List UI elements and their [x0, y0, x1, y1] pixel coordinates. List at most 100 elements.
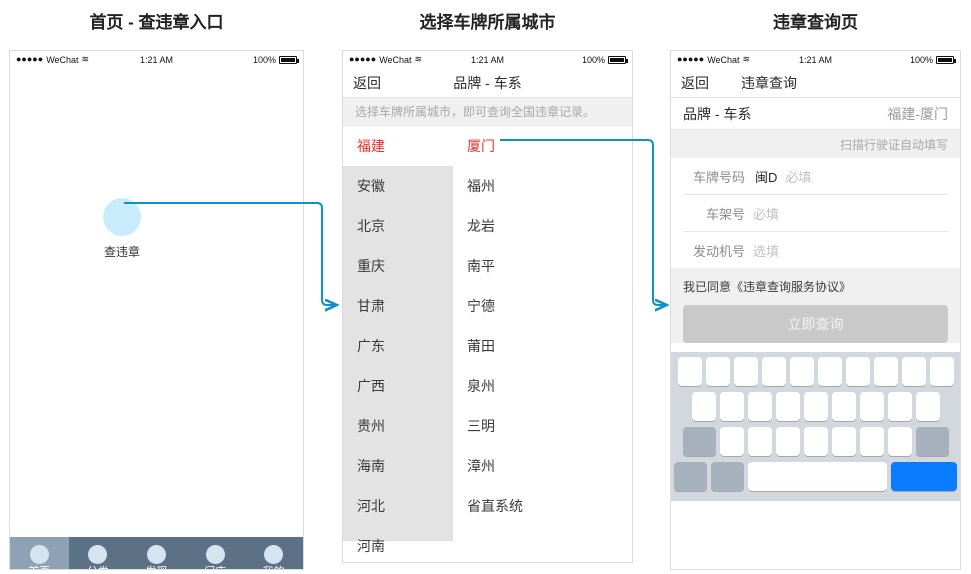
key[interactable] [803, 427, 828, 456]
tab-category[interactable]: 分类 [69, 537, 128, 570]
profile-icon [264, 545, 284, 564]
page-title: 品牌 - 车系 [453, 74, 522, 91]
list-item[interactable]: 河南 [343, 526, 453, 562]
check-violation-entry[interactable]: 查违章 [92, 198, 152, 260]
list-item[interactable]: 三明 [453, 406, 632, 446]
phone-violation-query: ●●●●● WeChat ≋ 1:21 AM 100% 返回 违章查询 品牌 -… [670, 50, 961, 570]
battery-icon [608, 55, 628, 64]
tab-category-label: 分类 [87, 567, 109, 570]
city-picker-columns: 福建 安徽 北京 重庆 甘肃 广东 广西 贵州 海南 河北 河南 厦门 福州 龙… [343, 126, 632, 554]
list-item[interactable]: 漳州 [453, 446, 632, 486]
vin-placeholder: 必填 [753, 206, 780, 222]
list-item[interactable]: 北京 [343, 206, 453, 246]
space-key[interactable] [747, 462, 888, 491]
numeric-key[interactable] [674, 462, 707, 491]
tab-profile[interactable]: 我的 [244, 537, 303, 570]
list-item[interactable]: 重庆 [343, 246, 453, 286]
city-list[interactable]: 厦门 福州 龙岩 南平 宁德 莆田 泉州 三明 漳州 省直系统 [453, 126, 632, 541]
nav-bar: 返回 违章查询 [671, 68, 960, 98]
plate-number-label: 车牌号码 [692, 169, 745, 185]
bottom-tab-bar: 首页 分类 发现 门店 我的 [10, 537, 303, 570]
tab-profile-label: 我的 [263, 567, 285, 570]
nav-bar: 返回 品牌 - 车系 [343, 68, 632, 98]
list-item[interactable]: 安徽 [343, 166, 453, 206]
list-item[interactable]: 泉州 [453, 366, 632, 406]
list-item[interactable]: 龙岩 [453, 206, 632, 246]
list-item[interactable]: 南平 [453, 246, 632, 286]
list-item[interactable]: 甘肃 [343, 286, 453, 326]
plate-number-field[interactable]: 车牌号码 闽D 必填 [671, 158, 960, 194]
key[interactable] [775, 392, 800, 421]
key[interactable] [719, 392, 744, 421]
key[interactable] [803, 392, 828, 421]
list-item[interactable]: 河北 [343, 486, 453, 526]
onscreen-keyboard[interactable] [671, 352, 960, 501]
battery-percent-label: 100% [581, 54, 605, 65]
key[interactable] [705, 357, 730, 386]
key[interactable] [677, 357, 702, 386]
key[interactable] [831, 392, 856, 421]
status-bar: ●●●●● WeChat ≋ 1:21 AM 100% [671, 51, 960, 68]
key[interactable] [747, 392, 772, 421]
engine-number-placeholder: 选填 [753, 243, 780, 259]
discover-icon [146, 545, 166, 564]
status-bar: ●●●●● WeChat ≋ 1:21 AM 100% [10, 51, 303, 68]
key[interactable] [831, 427, 856, 456]
key[interactable] [733, 357, 758, 386]
tab-store[interactable]: 门店 [186, 537, 245, 569]
caption-panel-2: 选择车牌所属城市 [419, 13, 556, 32]
key[interactable] [887, 427, 912, 456]
key[interactable] [887, 392, 912, 421]
status-bar: ●●●●● WeChat ≋ 1:21 AM 100% [343, 51, 632, 68]
key[interactable] [859, 392, 884, 421]
tab-home[interactable]: 首页 [10, 537, 69, 569]
emoji-key[interactable] [710, 462, 744, 491]
agreement-text[interactable]: 我已同意《违章查询服务协议》 [683, 278, 948, 295]
list-item[interactable]: 厦门 [453, 126, 632, 166]
list-item[interactable]: 广东 [343, 326, 453, 366]
key[interactable] [901, 357, 926, 386]
key[interactable] [845, 357, 870, 386]
list-item[interactable]: 省直系统 [453, 486, 632, 526]
shift-key[interactable] [682, 427, 716, 456]
key[interactable] [775, 427, 800, 456]
keyboard-row [674, 427, 957, 456]
list-item[interactable]: 海南 [343, 446, 453, 486]
list-item[interactable]: 宁德 [453, 286, 632, 326]
check-violation-icon [103, 198, 141, 236]
key[interactable] [747, 427, 772, 456]
selected-city-value: 福建-厦门 [887, 105, 948, 122]
enter-key[interactable] [891, 462, 957, 491]
province-list[interactable]: 福建 安徽 北京 重庆 甘肃 广东 广西 贵州 海南 河北 河南 [343, 126, 453, 554]
caption-panel-1: 首页 - 查违章入口 [89, 13, 224, 32]
key[interactable] [929, 357, 954, 386]
scan-license-button[interactable]: 扫描行驶证自动填写 [671, 130, 960, 158]
backspace-key[interactable] [915, 427, 949, 456]
brand-series-row[interactable]: 品牌 - 车系 福建-厦门 [671, 98, 960, 130]
key[interactable] [859, 427, 884, 456]
key[interactable] [691, 392, 716, 421]
mockup-stage: 首页 - 查违章入口 选择车牌所属城市 违章查询页 ●●●●● WeChat ≋… [0, 0, 971, 574]
tab-discover[interactable]: 发现 [127, 537, 186, 569]
list-item[interactable]: 广西 [343, 366, 453, 406]
key[interactable] [719, 427, 744, 456]
key[interactable] [761, 357, 786, 386]
engine-number-field[interactable]: 发动机号 选填 [671, 232, 960, 268]
list-item[interactable]: 莆田 [453, 326, 632, 366]
key[interactable] [873, 357, 898, 386]
scan-license-label: 扫描行驶证自动填写 [839, 137, 948, 152]
submit-query-button[interactable]: 立即查询 [683, 305, 948, 343]
keyboard-row [674, 357, 957, 386]
list-item[interactable]: 福建 [343, 126, 453, 166]
battery-icon [936, 55, 956, 64]
battery-percent-label: 100% [909, 54, 933, 65]
list-item[interactable]: 贵州 [343, 406, 453, 446]
vin-field[interactable]: 车架号 必填 [671, 195, 960, 231]
key[interactable] [915, 392, 940, 421]
key[interactable] [789, 357, 814, 386]
status-bar-right: 100% [581, 54, 628, 65]
list-item[interactable]: 福州 [453, 166, 632, 206]
caption-panel-3: 违章查询页 [773, 13, 858, 32]
battery-icon [279, 55, 299, 64]
key[interactable] [817, 357, 842, 386]
